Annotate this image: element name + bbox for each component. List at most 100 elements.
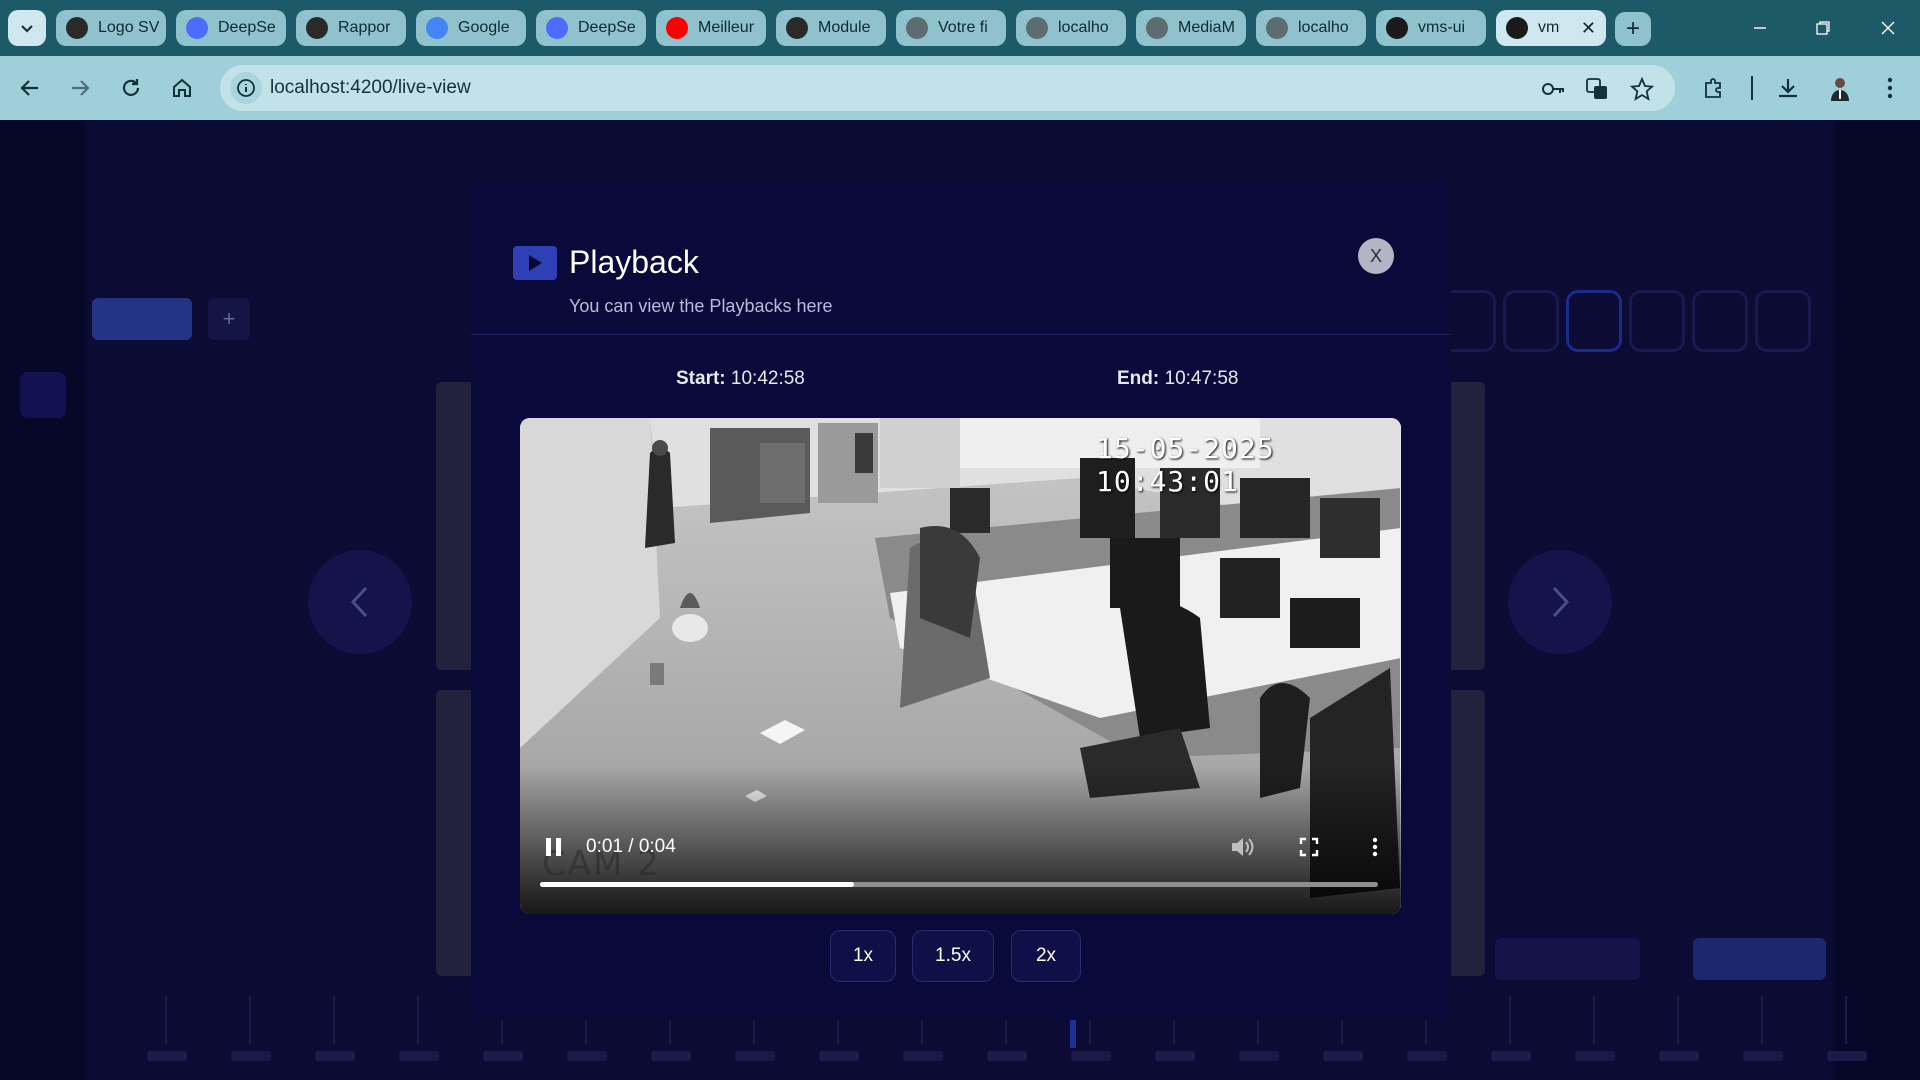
reload-button[interactable] (113, 70, 149, 106)
openai-icon (786, 17, 808, 39)
start-time: Start: 10:42:58 (676, 368, 805, 390)
globe-icon (906, 17, 928, 39)
speed-2x-button[interactable]: 2x (1011, 930, 1081, 982)
profile-button[interactable] (1822, 70, 1858, 106)
globe-icon (1146, 17, 1168, 39)
browser-tab[interactable]: Meilleur (656, 10, 766, 46)
browser-menu-button[interactable] (1872, 70, 1908, 106)
star-icon (1630, 77, 1654, 101)
browser-tab[interactable]: Votre fi (896, 10, 1006, 46)
timeline-tick-label (1491, 1051, 1531, 1061)
timeline-tick-label (399, 1051, 439, 1061)
carousel-next-button[interactable] (1508, 550, 1612, 654)
camera-tile-bg (1445, 382, 1485, 670)
chevron-left-icon (350, 586, 368, 618)
browser-tab[interactable]: Google (416, 10, 526, 46)
translate-icon (1586, 78, 1607, 99)
layout-25-button (1755, 290, 1811, 352)
browser-tab[interactable]: Logo SV (56, 10, 166, 46)
timeline-tick-label (1239, 1051, 1279, 1061)
more-vertical-icon (1887, 77, 1893, 99)
tab-title: localho (1298, 19, 1349, 36)
arrow-right-icon (72, 80, 90, 96)
browser-tab[interactable]: DeepSe (176, 10, 286, 46)
youtube-icon (666, 17, 688, 39)
minimize-icon (1754, 27, 1766, 29)
password-key-button[interactable] (1540, 76, 1566, 102)
fullscreen-button[interactable] (1296, 834, 1322, 860)
sidebar-camera-icon (20, 372, 66, 418)
tab-title: Rappor (338, 19, 391, 36)
restore-button[interactable] (1803, 8, 1843, 48)
timeline-tick (165, 996, 167, 1044)
playback-modal: Playback You can view the Playbacks here… (471, 182, 1451, 1020)
minimize-button[interactable] (1740, 8, 1780, 48)
browser-tab[interactable]: vms-ui (1376, 10, 1486, 46)
layout-4-button (1566, 290, 1622, 352)
tab-title: DeepSe (218, 19, 276, 36)
browser-tab[interactable]: localho (1256, 10, 1366, 46)
tab-title: vm (1538, 19, 1560, 36)
browser-tab[interactable]: DeepSe (536, 10, 646, 46)
forward-button[interactable] (62, 70, 98, 106)
browser-tab-strip: Logo SV DeepSe Rappor Google DeepSe Meilleur M… (0, 0, 1920, 56)
toolbar-divider (1751, 76, 1753, 100)
carousel-prev-button[interactable] (308, 550, 412, 654)
bookmark-button[interactable] (1629, 76, 1655, 102)
volume-button[interactable] (1229, 834, 1255, 860)
restore-icon (1816, 21, 1830, 35)
browser-tab[interactable]: vm ✕ (1496, 10, 1606, 46)
layout-2-button (1503, 290, 1559, 352)
url-text[interactable]: localhost:4200/live-view (270, 77, 471, 99)
tab-title: vms-ui (1418, 19, 1466, 36)
tab-title: Module (818, 19, 871, 36)
video-player[interactable]: 15-05-2025 10:43:01 CAM 2 0:01 / 0:04 (520, 418, 1401, 914)
start-label: Start: (676, 368, 726, 389)
timeline-tick-label (1323, 1051, 1363, 1061)
download-icon (1779, 79, 1797, 98)
timeline-tick-label (1743, 1051, 1783, 1061)
close-modal-button[interactable]: X (1358, 238, 1394, 274)
downloads-button[interactable] (1770, 70, 1806, 106)
browser-tab[interactable]: Module (776, 10, 886, 46)
browser-tab[interactable]: Rappor (296, 10, 406, 46)
timeline-tick-label (1155, 1051, 1195, 1061)
camera-tile-bg (436, 382, 476, 670)
video-options-button[interactable] (1362, 834, 1388, 860)
progress-bar[interactable] (540, 882, 1378, 887)
back-button[interactable] (12, 70, 48, 106)
speed-1x-button[interactable]: 1x (830, 930, 896, 982)
browser-tab[interactable]: MediaM (1136, 10, 1246, 46)
play-icon (529, 255, 542, 271)
tab-title: Votre fi (938, 19, 988, 36)
timeline-tick-label (735, 1051, 775, 1061)
translate-button[interactable] (1584, 76, 1610, 102)
browser-tab[interactable]: localho (1016, 10, 1126, 46)
address-bar[interactable]: localhost:4200/live-view (220, 65, 1675, 111)
pause-button[interactable] (544, 836, 564, 858)
view-tab (92, 298, 192, 340)
deepseek-icon (186, 17, 208, 39)
timeline-tick (417, 996, 419, 1044)
angular-icon (1386, 17, 1408, 39)
extensions-button[interactable] (1696, 70, 1732, 106)
timeline-tick-label (1575, 1051, 1615, 1061)
tab-search-button[interactable] (8, 10, 46, 46)
timeline-tick-label (903, 1051, 943, 1061)
modal-title: Playback (569, 244, 699, 280)
home-icon (173, 78, 191, 97)
close-tab-icon[interactable]: ✕ (1581, 18, 1596, 39)
more-vertical-icon (1372, 837, 1378, 857)
timeline-tick-label (1071, 1051, 1111, 1061)
timeline-tick-label (651, 1051, 691, 1061)
camera-tile-bg (436, 690, 476, 976)
timeline-tick-label (567, 1051, 607, 1061)
home-button[interactable] (164, 70, 200, 106)
site-info-button[interactable] (230, 72, 262, 104)
new-tab-button[interactable]: + (1615, 12, 1651, 46)
timeline-tick (249, 996, 251, 1044)
close-window-button[interactable] (1868, 8, 1908, 48)
timeline-tick-label (1407, 1051, 1447, 1061)
speed-1-5x-button[interactable]: 1.5x (912, 930, 994, 982)
arrow-left-icon (20, 80, 38, 96)
